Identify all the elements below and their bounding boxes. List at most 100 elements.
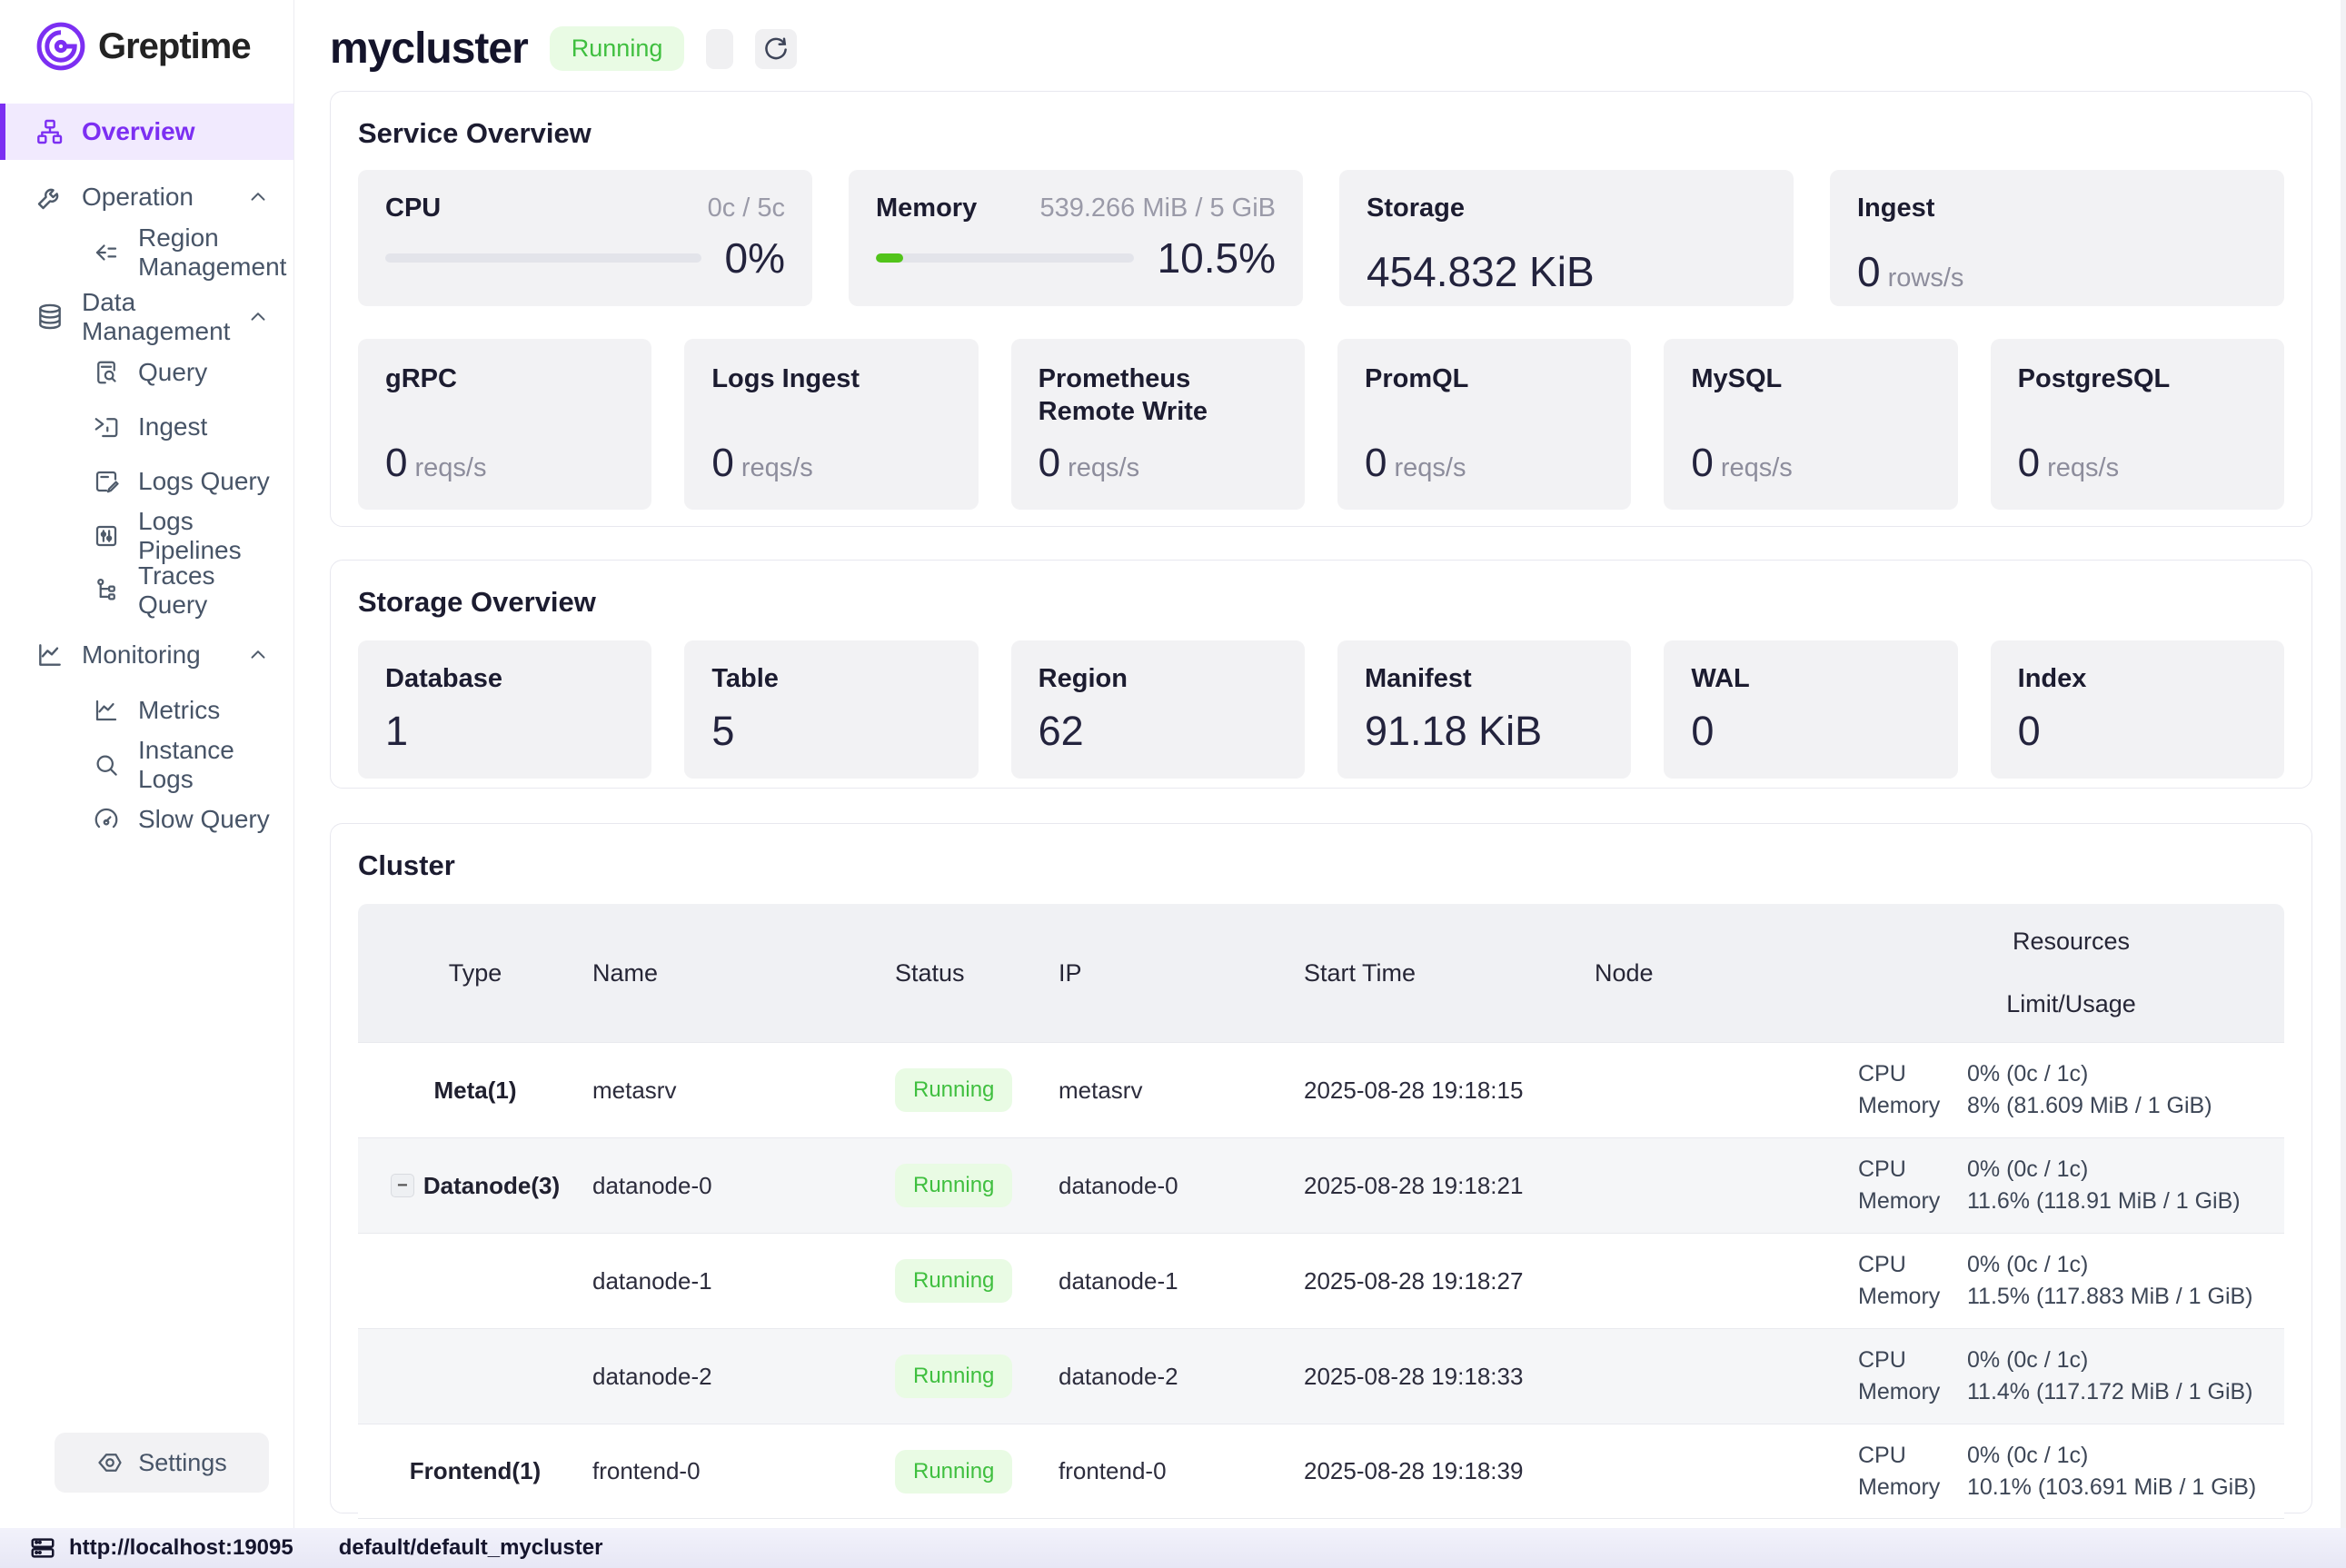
region-card: Region 62 — [1011, 640, 1305, 779]
main-content: mycluster Running Service Overview CPU 0… — [295, 0, 2346, 1528]
memory-card: Memory 539.266 MiB / 5 GiB 10.5% — [849, 170, 1303, 306]
row-resources: CPU0% (0c / 1c) Memory11.4% (117.172 MiB… — [1851, 1347, 2284, 1405]
row-name: datanode-0 — [585, 1172, 888, 1200]
status-badge: Running — [895, 1450, 1012, 1494]
col-name: Name — [585, 959, 888, 987]
sidebar-group-label: Operation — [82, 183, 194, 212]
database-label: Database — [385, 664, 624, 694]
index-value: 0 — [2018, 708, 2257, 755]
row-ip: datanode-1 — [1051, 1267, 1297, 1295]
settings-button[interactable]: Settings — [55, 1433, 269, 1493]
sidebar-item-traces-query[interactable]: Traces Query — [0, 563, 293, 618]
cpu-res-label: CPU — [1858, 1347, 1967, 1374]
sidebar-item-metrics[interactable]: Metrics — [0, 683, 293, 738]
manifest-value: 91.18 KiB — [1365, 708, 1604, 755]
status-badge: Running — [895, 1068, 1012, 1112]
col-status: Status — [888, 959, 1051, 987]
database-value: 1 — [385, 708, 624, 755]
settings-label: Settings — [138, 1449, 227, 1477]
mysql-label: MySQL — [1691, 362, 1930, 395]
cpu-percent: 0% — [725, 233, 785, 283]
database-icon — [35, 302, 65, 332]
refresh-icon — [762, 35, 790, 63]
collapse-datanode-button[interactable]: − — [391, 1174, 414, 1197]
sidebar-item-logs-pipelines[interactable]: Logs Pipelines — [0, 509, 293, 563]
memory-res-label: Memory — [1858, 1474, 1967, 1501]
manifest-label: Manifest — [1365, 664, 1604, 694]
cpu-res-value: 0% (0c / 1c) — [1967, 1443, 2284, 1469]
postgresql-unit: reqs/s — [2047, 453, 2119, 482]
sidebar-group-label: Monitoring — [82, 640, 201, 670]
cluster-panel: Cluster Type Name Status IP Start Time N… — [330, 823, 2312, 1513]
sidebar-item-label: Region Management — [138, 223, 286, 282]
sidebar-item-label: Query — [138, 358, 207, 387]
page-title: mycluster — [330, 24, 528, 74]
row-ip: frontend-0 — [1051, 1457, 1297, 1485]
sidebar-item-instance-logs[interactable]: Instance Logs — [0, 738, 293, 792]
refresh-button[interactable] — [755, 29, 797, 69]
row-resources: CPU0% (0c / 1c) Memory10.1% (103.691 MiB… — [1851, 1443, 2284, 1501]
cpu-progress-bar — [385, 253, 701, 263]
logs-ingest-unit: reqs/s — [741, 453, 813, 482]
memory-detail: 539.266 MiB / 5 GiB — [1039, 194, 1276, 223]
storage-value: 454.832 KiB — [1367, 247, 1766, 296]
memory-res-value: 11.5% (117.883 MiB / 1 GiB) — [1967, 1284, 2284, 1310]
ingest-card: Ingest 0rows/s — [1830, 170, 2284, 306]
logs-query-icon — [91, 466, 122, 497]
sidebar-nav: Overview Operation Region Management — [0, 89, 293, 847]
memory-res-value: 8% (81.609 MiB / 1 GiB) — [1967, 1093, 2284, 1119]
cpu-label: CPU — [385, 194, 441, 223]
table-row: datanode-1 Running datanode-1 2025-08-28… — [358, 1233, 2284, 1328]
prometheus-remote-write-value: 0 — [1039, 441, 1060, 485]
memory-progress-fill — [876, 253, 903, 263]
sidebar-group-data-management[interactable]: Data Management — [0, 289, 293, 345]
row-ip: metasrv — [1051, 1077, 1297, 1105]
memory-res-value: 11.6% (118.91 MiB / 1 GiB) — [1967, 1188, 2284, 1215]
mysql-card: MySQL 0 reqs/s — [1664, 339, 1957, 510]
current-database: default/default_mycluster — [339, 1535, 603, 1561]
row-start-time: 2025-08-28 19:18:27 — [1297, 1267, 1587, 1295]
query-icon — [91, 357, 122, 388]
sidebar-group-monitoring[interactable]: Monitoring — [0, 627, 293, 683]
sidebar-item-region-management[interactable]: Region Management — [0, 225, 293, 280]
scrollbar[interactable] — [2341, 0, 2346, 1528]
sidebar-item-logs-query[interactable]: Logs Query — [0, 454, 293, 509]
col-resources: Resources Limit/Usage — [1851, 928, 2284, 1018]
row-name: metasrv — [585, 1077, 888, 1105]
wal-label: WAL — [1691, 664, 1930, 694]
sidebar-group-operation[interactable]: Operation — [0, 169, 293, 225]
sidebar-item-overview[interactable]: Overview — [0, 104, 293, 160]
sidebar-item-ingest[interactable]: Ingest — [0, 400, 293, 454]
cpu-card: CPU 0c / 5c 0% — [358, 170, 812, 306]
row-ip: datanode-0 — [1051, 1172, 1297, 1200]
col-start-time: Start Time — [1297, 959, 1587, 987]
cpu-detail: 0c / 5c — [708, 194, 785, 223]
promql-unit: reqs/s — [1394, 453, 1466, 482]
col-limit-usage-label: Limit/Usage — [1858, 990, 2284, 1018]
mysql-unit: reqs/s — [1721, 453, 1793, 482]
metrics-icon — [91, 695, 122, 726]
sidebar-item-slow-query[interactable]: Slow Query — [0, 792, 293, 847]
region-value: 62 — [1039, 708, 1277, 755]
service-overview-title: Service Overview — [358, 117, 2284, 150]
server-url: http://localhost:19095 — [69, 1535, 293, 1561]
sidebar-item-query[interactable]: Query — [0, 345, 293, 400]
row-resources: CPU0% (0c / 1c) Memory11.6% (118.91 MiB … — [1851, 1156, 2284, 1215]
empty-icon-button[interactable] — [706, 29, 733, 69]
row-type: Datanode(3) — [423, 1172, 560, 1200]
table-row: Meta(1) metasrv Running metasrv 2025-08-… — [358, 1042, 2284, 1137]
row-resources: CPU0% (0c / 1c) Memory8% (81.609 MiB / 1… — [1851, 1061, 2284, 1119]
promql-value: 0 — [1365, 441, 1387, 485]
memory-percent: 10.5% — [1158, 233, 1276, 283]
brand-logo: Greptime — [0, 0, 293, 89]
mysql-value: 0 — [1691, 441, 1713, 485]
traces-query-icon — [91, 575, 122, 606]
status-bar: http://localhost:19095 default/default_m… — [0, 1528, 2346, 1568]
index-card: Index 0 — [1991, 640, 2284, 779]
cpu-res-label: CPU — [1858, 1156, 1967, 1183]
logs-ingest-card: Logs Ingest 0reqs/s — [684, 339, 978, 510]
sidebar-item-label: Traces Query — [138, 561, 270, 620]
wrench-icon — [35, 182, 65, 213]
logs-pipelines-icon — [91, 521, 122, 551]
table-row: datanode-2 Running datanode-2 2025-08-28… — [358, 1328, 2284, 1424]
